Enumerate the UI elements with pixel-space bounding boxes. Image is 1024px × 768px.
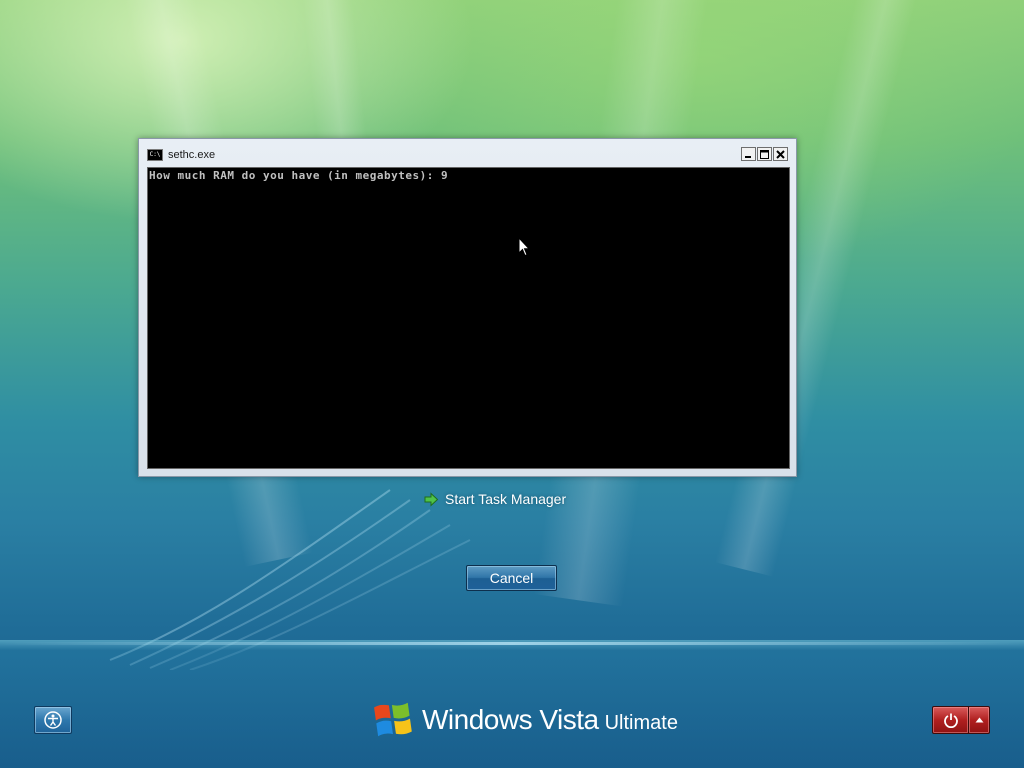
power-icon <box>943 713 958 728</box>
windows-flag-icon <box>374 702 412 737</box>
cancel-button[interactable]: Cancel <box>466 565 557 591</box>
console-icon: C:\ <box>147 149 163 161</box>
minimize-button[interactable] <box>741 147 756 161</box>
logo-edition-text: Ultimate <box>604 712 678 734</box>
start-task-manager-label: Start Task Manager <box>445 491 567 507</box>
start-task-manager-link[interactable]: Start Task Manager <box>424 489 566 509</box>
console-window[interactable]: C:\ sethc.exe How much RAM do you have (… <box>138 138 797 477</box>
windows-vista-logo: Windows Vista Ultimate <box>370 697 678 743</box>
logo-main-text: Windows Vista <box>422 704 599 735</box>
logon-screen-background: C:\ sethc.exe How much RAM do you have (… <box>0 0 1024 768</box>
mouse-cursor-icon <box>518 237 530 257</box>
green-arrow-icon <box>424 491 439 507</box>
maximize-button[interactable] <box>757 147 772 161</box>
console-output-area[interactable]: How much RAM do you have (in megabytes):… <box>147 167 790 469</box>
ease-of-access-icon <box>44 711 62 729</box>
power-controls <box>932 706 990 734</box>
arrow-up-icon <box>975 717 983 723</box>
console-titlebar[interactable]: C:\ sethc.exe <box>145 146 790 164</box>
close-button[interactable] <box>773 147 788 161</box>
shutdown-options-button[interactable] <box>969 706 990 734</box>
window-controls <box>741 147 788 161</box>
shutdown-button[interactable] <box>932 706 969 734</box>
maximize-icon <box>760 149 769 159</box>
logo-text: Windows Vista Ultimate <box>422 704 678 736</box>
console-text: How much RAM do you have (in megabytes):… <box>149 169 449 182</box>
ease-of-access-button[interactable] <box>34 706 72 734</box>
minimize-icon <box>745 155 751 158</box>
console-title: sethc.exe <box>168 149 216 161</box>
horizon-line <box>0 642 1024 645</box>
close-icon <box>776 149 785 159</box>
